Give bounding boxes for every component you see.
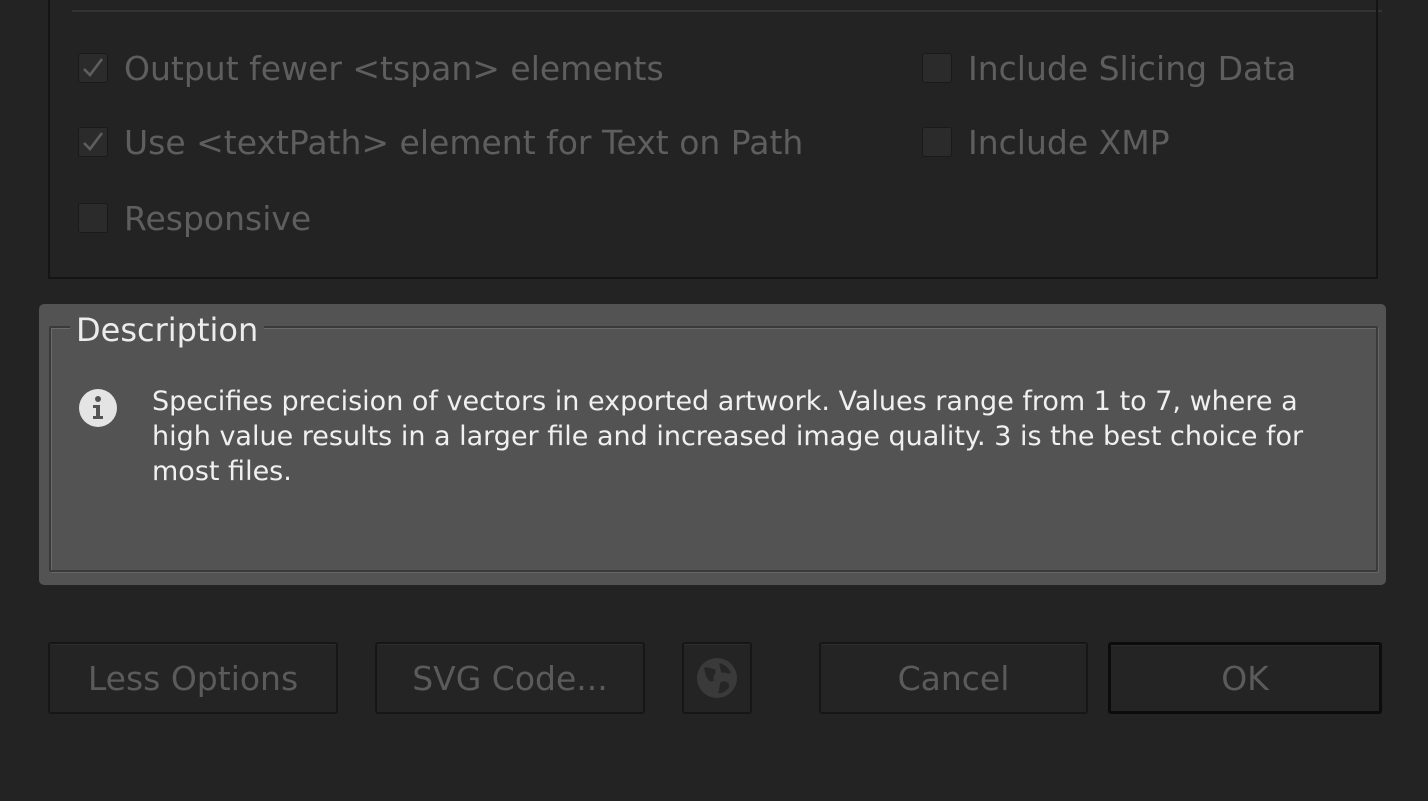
web-preview-button[interactable] bbox=[682, 642, 752, 714]
include-slicing-data-option[interactable]: Include Slicing Data bbox=[922, 44, 1296, 92]
description-heading: Description bbox=[70, 310, 265, 350]
output-fewer-tspan-label: Output fewer <tspan> elements bbox=[124, 48, 664, 88]
responsive-option[interactable]: Responsive bbox=[78, 194, 311, 242]
include-xmp-label: Include XMP bbox=[968, 122, 1170, 162]
checkmark-icon bbox=[83, 58, 104, 77]
svg-code-button[interactable]: SVG Code... bbox=[375, 642, 645, 714]
description-text: Specifies precision of vectors in export… bbox=[152, 386, 1304, 487]
info-icon bbox=[79, 389, 117, 427]
less-options-button[interactable]: Less Options bbox=[48, 642, 338, 714]
responsive-label: Responsive bbox=[124, 198, 312, 238]
output-fewer-tspan-option[interactable]: Output fewer <tspan> elements bbox=[78, 44, 664, 92]
use-textpath-label: Use <textPath> element for Text on Path bbox=[124, 122, 804, 162]
ok-button[interactable]: OK bbox=[1108, 642, 1382, 714]
use-textpath-option[interactable]: Use <textPath> element for Text on Path bbox=[78, 118, 803, 166]
include-slicing-data-label: Include Slicing Data bbox=[968, 48, 1297, 88]
responsive-checkbox[interactable] bbox=[78, 203, 108, 233]
cancel-button[interactable]: Cancel bbox=[819, 642, 1088, 714]
include-xmp-option[interactable]: Include XMP bbox=[922, 118, 1170, 166]
globe-icon bbox=[697, 658, 737, 698]
include-xmp-checkbox[interactable] bbox=[922, 127, 952, 157]
output-fewer-tspan-checkbox[interactable] bbox=[78, 53, 108, 83]
include-slicing-data-checkbox[interactable] bbox=[922, 53, 952, 83]
use-textpath-checkbox[interactable] bbox=[78, 127, 108, 157]
checkmark-icon bbox=[83, 132, 104, 151]
